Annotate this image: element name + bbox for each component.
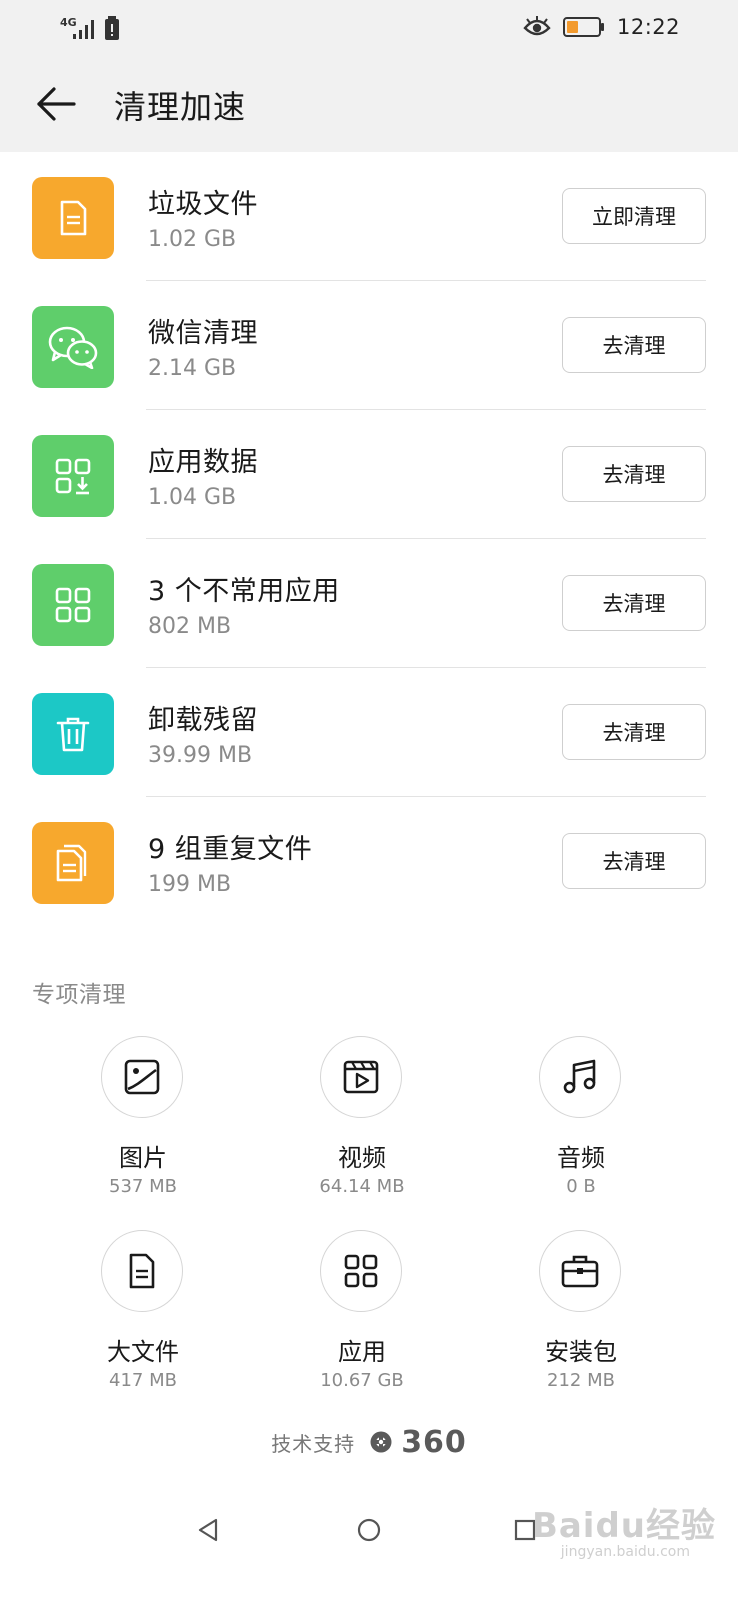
row-title: 卸载残留 (148, 705, 258, 736)
row-icon-bg (32, 564, 114, 646)
apps-icon (344, 1254, 378, 1288)
watermark-sub: jingyan.baidu.com (560, 1544, 690, 1560)
special-label: 视频 (338, 1144, 386, 1172)
circle-home-icon (357, 1518, 381, 1542)
go-clean-button[interactable]: 去清理 (562, 704, 706, 760)
special-icon-circle (101, 1230, 183, 1312)
special-item-images[interactable]: 图片 537 MB (43, 1036, 243, 1212)
special-item-apps[interactable]: 应用 10.67 GB (262, 1230, 462, 1406)
special-item-packages[interactable]: 安装包 212 MB (481, 1230, 681, 1406)
row-icon-bg (32, 177, 114, 259)
package-icon (561, 1255, 599, 1288)
go-clean-button[interactable]: 去清理 (562, 833, 706, 889)
footer: 技术支持 360 (0, 1422, 738, 1462)
top-area: 4G 12:22 清理加速 (0, 0, 738, 152)
row-title: 9 组重复文件 (148, 834, 313, 865)
list-item-junk-files[interactable]: 垃圾文件 1.02 GB 立即清理 (0, 152, 738, 281)
special-icon-circle (320, 1036, 402, 1118)
row-icon-bg (32, 822, 114, 904)
music-icon (563, 1059, 596, 1094)
list-item-app-data[interactable]: 应用数据 1.04 GB 去清理 (0, 410, 738, 539)
list-item-uninstall-residue[interactable]: 卸载残留 39.99 MB 去清理 (0, 668, 738, 797)
status-right: 12:22 (523, 12, 680, 42)
triangle-back-icon (198, 1518, 218, 1542)
row-title: 3 个不常用应用 (148, 576, 340, 607)
360-logo-icon (370, 1431, 392, 1453)
special-label: 音频 (557, 1144, 605, 1172)
row-icon-bg (32, 435, 114, 517)
go-clean-button[interactable]: 去清理 (562, 446, 706, 502)
screen: 4G 12:22 清理加速 垃圾文件 1.02 GB 立即清理 微信清理 2.1… (0, 0, 738, 1600)
watermark: Baidu经验 (531, 1506, 716, 1546)
special-label: 大文件 (107, 1338, 179, 1366)
row-size: 2.14 GB (148, 356, 237, 381)
special-icon-circle (320, 1230, 402, 1312)
status-left: 4G (60, 14, 119, 40)
brand-text: 360 (401, 1424, 467, 1460)
list-item-duplicate-files[interactable]: 9 组重复文件 199 MB 去清理 (0, 797, 738, 926)
special-size: 537 MB (109, 1176, 177, 1197)
page-title: 清理加速 (114, 88, 247, 126)
special-item-large-files[interactable]: 大文件 417 MB (43, 1230, 243, 1406)
app-bar: 清理加速 (0, 56, 738, 152)
app-data-icon (55, 458, 91, 495)
special-icon-circle (539, 1036, 621, 1118)
row-size: 39.99 MB (148, 743, 253, 768)
nav-home-button[interactable] (349, 1510, 389, 1550)
row-icon-bg (32, 693, 114, 775)
status-bar: 4G 12:22 (0, 0, 738, 56)
row-title: 微信清理 (148, 318, 258, 349)
video-icon (343, 1060, 379, 1094)
brand-logo: 360 (369, 1425, 467, 1460)
special-item-videos[interactable]: 视频 64.14 MB (262, 1036, 462, 1212)
special-icon-circle (101, 1036, 183, 1118)
back-button[interactable] (28, 78, 84, 130)
special-size: 64.14 MB (319, 1176, 405, 1197)
image-icon (124, 1059, 160, 1095)
special-label: 应用 (338, 1338, 386, 1366)
nav-back-button[interactable] (188, 1510, 228, 1550)
row-title: 应用数据 (148, 447, 258, 478)
special-size: 212 MB (547, 1370, 615, 1391)
notification-battery-icon (104, 16, 119, 40)
row-title: 垃圾文件 (148, 189, 258, 220)
special-icon-circle (539, 1230, 621, 1312)
row-size: 802 MB (148, 614, 232, 639)
row-size: 1.04 GB (148, 485, 237, 510)
list-item-unused-apps[interactable]: 3 个不常用应用 802 MB 去清理 (0, 539, 738, 668)
apps-grid-icon (55, 587, 91, 623)
eye-icon (523, 16, 551, 36)
row-icon-bg (32, 306, 114, 388)
duplicate-files-icon (56, 844, 87, 882)
support-text: 技术支持 (271, 1431, 356, 1456)
wechat-icon (48, 326, 98, 369)
special-item-audio[interactable]: 音频 0 B (481, 1036, 681, 1212)
document-icon (60, 200, 87, 236)
arrow-left-icon (37, 87, 76, 121)
special-size: 10.67 GB (320, 1370, 404, 1391)
large-file-icon (129, 1253, 155, 1289)
go-clean-button[interactable]: 去清理 (562, 317, 706, 373)
clean-list: 垃圾文件 1.02 GB 立即清理 微信清理 2.14 GB 去清理 应用数据 … (0, 152, 738, 926)
special-label: 安装包 (545, 1338, 617, 1366)
row-size: 1.02 GB (148, 227, 237, 252)
battery-icon (562, 17, 604, 37)
section-title: 专项清理 (32, 982, 126, 1008)
list-item-wechat[interactable]: 微信清理 2.14 GB 去清理 (0, 281, 738, 410)
network-label: 4G (60, 16, 77, 29)
clean-now-button[interactable]: 立即清理 (562, 188, 706, 244)
row-size: 199 MB (148, 872, 232, 897)
special-size: 417 MB (109, 1370, 177, 1391)
clock: 12:22 (616, 15, 680, 39)
special-size: 0 B (566, 1176, 596, 1197)
special-label: 图片 (119, 1144, 167, 1172)
trash-icon (56, 717, 90, 752)
go-clean-button[interactable]: 去清理 (562, 575, 706, 631)
